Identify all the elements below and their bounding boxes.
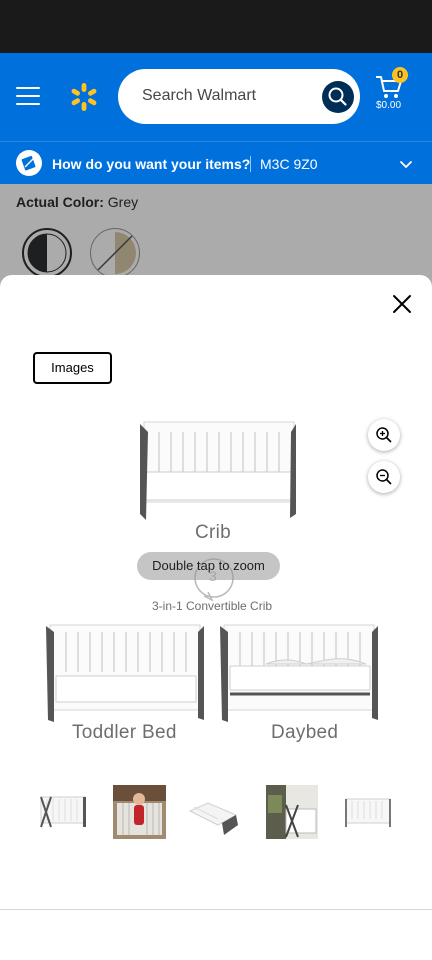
zoom-out-button[interactable]: [368, 461, 400, 493]
status-bar: [0, 0, 432, 53]
delivery-question: How do you want your items?: [52, 156, 251, 172]
thumbnail-1[interactable]: [37, 785, 89, 839]
thumbnail-4[interactable]: [266, 785, 318, 839]
sheet-divider: [0, 909, 432, 910]
chevron-down-icon[interactable]: [398, 156, 414, 172]
zoom-in-icon: [376, 427, 392, 443]
cart-count-badge: 0: [392, 67, 408, 83]
thumbnail-2[interactable]: [113, 785, 166, 839]
cart-button[interactable]: 0 $0.00: [374, 67, 414, 127]
zoom-hint: Double tap to zoom: [137, 552, 280, 580]
caption-daybed: Daybed: [271, 722, 339, 743]
caption-toddler-bed: Toddler Bed: [72, 722, 177, 743]
close-icon[interactable]: [388, 290, 416, 318]
thumbnail-strip: [0, 785, 432, 841]
product-main-image[interactable]: Crib 3 3-in-1 Convertible Crib Toddler B…: [36, 410, 384, 755]
search-input[interactable]: Search Walmart: [118, 69, 360, 124]
image-viewer-sheet: Images Crib 3-in-1 Convertible Crib Todd…: [0, 275, 432, 960]
search-placeholder: Search Walmart: [142, 87, 257, 104]
thumbnail-3[interactable]: [188, 785, 240, 839]
zoom-in-button[interactable]: [368, 419, 400, 451]
menu-icon[interactable]: [16, 87, 40, 107]
caption-convertible: 3-in-1 Convertible Crib: [152, 599, 273, 613]
cart-total: $0.00: [376, 100, 402, 111]
spark-logo-icon[interactable]: [68, 81, 100, 113]
delivery-separator: [250, 156, 251, 172]
delivery-selector[interactable]: How do you want your items? M3C 9Z0: [0, 141, 432, 185]
tab-images[interactable]: Images: [33, 352, 112, 384]
delivery-icon: [16, 150, 42, 176]
search-icon: [328, 87, 347, 106]
zoom-out-icon: [376, 469, 392, 485]
app-header: Search Walmart 0 $0.00: [0, 53, 432, 141]
postal-code: M3C 9Z0: [260, 156, 318, 172]
thumbnail-5[interactable]: [342, 785, 394, 839]
search-button[interactable]: [322, 81, 354, 113]
caption-crib: Crib: [195, 522, 232, 543]
